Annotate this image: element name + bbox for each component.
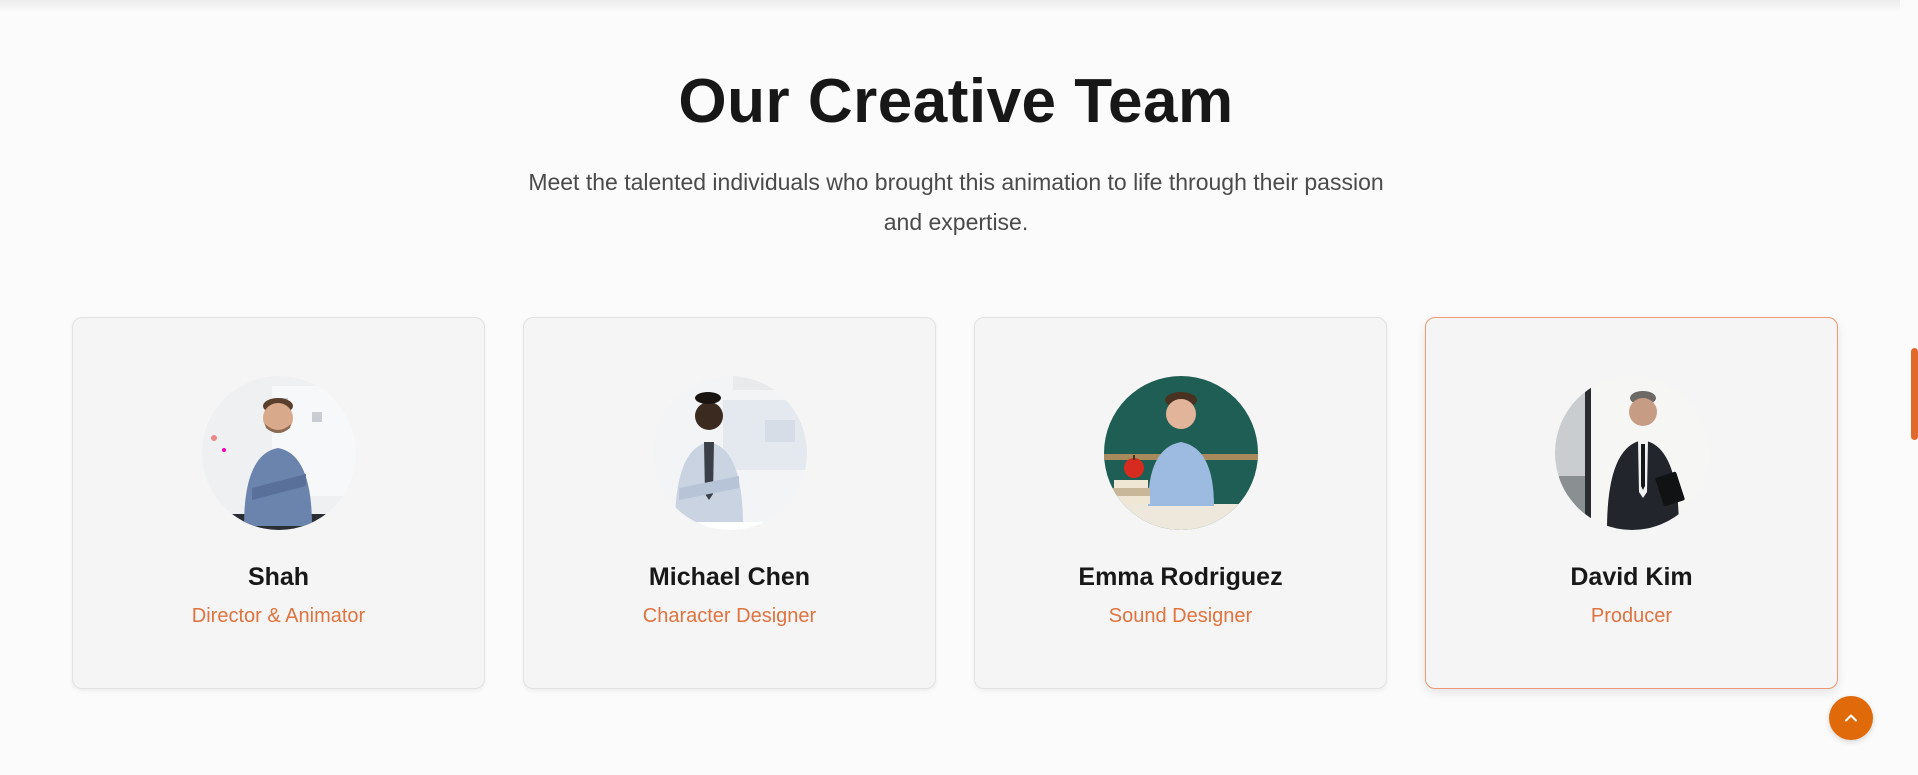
member-name: Shah xyxy=(247,563,310,591)
member-photo xyxy=(1104,376,1258,530)
section-subtitle: Meet the talented individuals who brough… xyxy=(528,169,1384,235)
back-to-top-button[interactable] xyxy=(1829,696,1873,740)
member-role: Character Designer xyxy=(642,605,817,627)
member-photo xyxy=(1555,376,1709,530)
header-shadow xyxy=(0,0,1900,12)
member-name: Emma Rodriguez xyxy=(1078,563,1283,591)
team-card-michael-chen[interactable]: Michael Chen Character Designer xyxy=(523,317,936,689)
man-tie-office-photo-icon xyxy=(653,376,807,530)
member-photo xyxy=(202,376,356,530)
section-title: Our Creative Team xyxy=(678,67,1234,136)
man-arms-crossed-photo-icon xyxy=(202,376,356,530)
team-card-david-kim[interactable]: David Kim Producer xyxy=(1425,317,1838,689)
businessman-suit-photo-icon xyxy=(1555,376,1709,530)
teacher-chalkboard-photo-icon xyxy=(1104,376,1258,530)
team-grid: Shah Director & Animator Michael Chen Ch… xyxy=(72,317,1838,689)
member-name: Michael Chen xyxy=(648,563,811,591)
team-card-shah[interactable]: Shah Director & Animator xyxy=(72,317,485,689)
team-card-emma-rodriguez[interactable]: Emma Rodriguez Sound Designer xyxy=(974,317,1387,689)
team-section-page: Our Creative Team Meet the talented indi… xyxy=(0,0,1918,775)
member-role: Sound Designer xyxy=(1108,605,1253,627)
scrollbar-thumb[interactable] xyxy=(1911,348,1918,440)
member-role: Director & Animator xyxy=(191,605,366,627)
member-photo xyxy=(653,376,807,530)
member-role: Producer xyxy=(1590,605,1673,627)
chevron-up-icon xyxy=(1845,714,1857,722)
member-name: David Kim xyxy=(1570,563,1693,591)
